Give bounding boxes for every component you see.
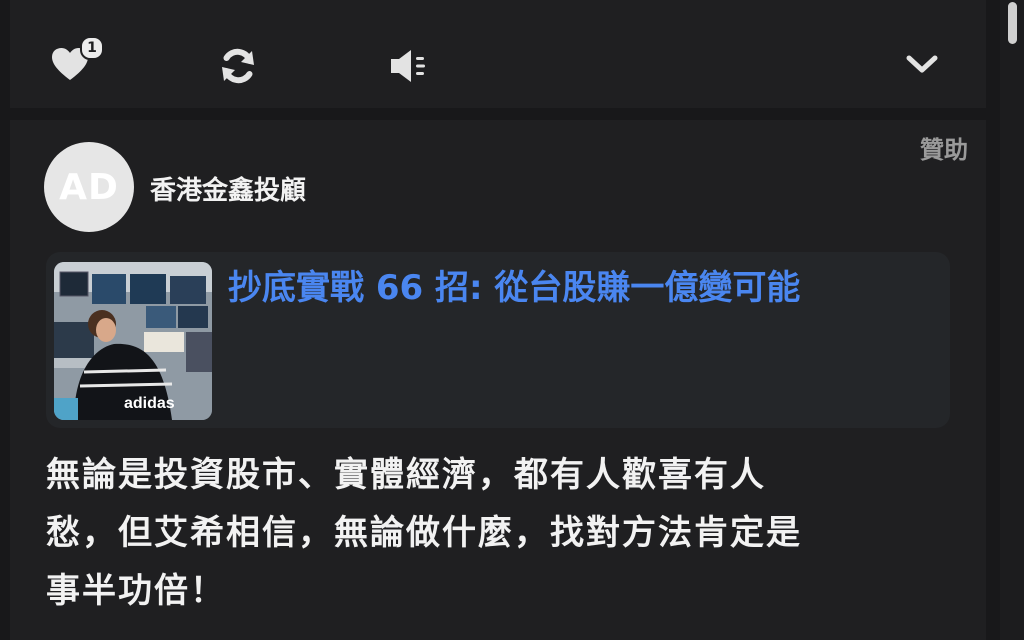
chevron-down-icon xyxy=(906,55,938,73)
scrollbar-thumb[interactable] xyxy=(1008,2,1017,44)
page: 1 贊助 AD 香港金鑫投顧 adidas 抄底實戰 66 招: 從台股賺一億變… xyxy=(0,0,1024,640)
refresh-icon xyxy=(222,48,254,84)
sponsored-label: 贊助 xyxy=(920,136,968,164)
svg-text:adidas: adidas xyxy=(124,395,175,412)
refresh-button[interactable] xyxy=(216,46,260,86)
post-body-line: 無論是投資股市、實體經濟，都有人歡喜有人 xyxy=(46,455,766,495)
post-body-line: 愁，但艾希相信，無論做什麼，找對方法肯定是 xyxy=(46,513,802,553)
link-preview[interactable]: adidas 抄底實戰 66 招: 從台股賺一億變可能 xyxy=(46,252,950,428)
avatar[interactable]: AD xyxy=(44,142,134,232)
scrollbar[interactable] xyxy=(1000,0,1024,640)
post-body-line: 事半功倍！ xyxy=(46,571,226,611)
like-count-badge: 1 xyxy=(80,36,104,60)
sponsored-post-card: 贊助 AD 香港金鑫投顧 adidas 抄底實戰 66 招: 從台股賺一億變可能… xyxy=(10,120,986,640)
speaker-icon xyxy=(391,50,425,82)
avatar-initials: AD xyxy=(59,166,119,208)
more-options-button[interactable] xyxy=(900,48,944,80)
trading-room-image: adidas xyxy=(54,262,212,420)
sound-button[interactable] xyxy=(386,46,430,86)
like-button[interactable]: 1 xyxy=(50,36,110,88)
author-name[interactable]: 香港金鑫投顧 xyxy=(150,170,306,207)
post-body: 無論是投資股市、實體經濟，都有人歡喜有人 愁，但艾希相信，無論做什麼，找對方法肯… xyxy=(46,446,946,620)
link-title[interactable]: 抄底實戰 66 招: 從台股賺一億變可能 xyxy=(228,266,930,310)
post-action-bar: 1 xyxy=(10,0,986,108)
